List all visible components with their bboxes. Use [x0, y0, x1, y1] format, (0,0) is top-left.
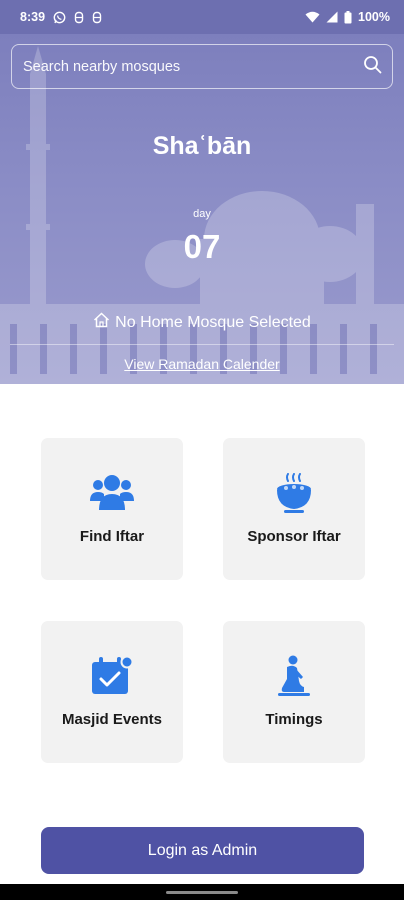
day-label: day [193, 208, 211, 220]
status-time: 8:39 [20, 10, 46, 24]
home-mosque-status[interactable]: No Home Mosque Selected [0, 312, 404, 333]
find-iftar-tile[interactable]: Find Iftar [41, 438, 183, 580]
timings-tile[interactable]: Timings [223, 621, 365, 763]
divider [10, 344, 394, 345]
login-as-admin-button[interactable]: Login as Admin [41, 827, 364, 874]
prayer-icon [278, 655, 310, 697]
users-icon [90, 472, 134, 514]
search-icon[interactable] [363, 55, 382, 79]
hijri-month-title: Shaʿbān [152, 132, 252, 160]
day-number: 07 [183, 228, 221, 265]
home-gesture-handle[interactable] [166, 891, 238, 894]
calendar-check-icon [91, 655, 133, 697]
battery-icon [344, 10, 352, 24]
wifi-icon [305, 11, 320, 23]
home-mosque-label: No Home Mosque Selected [115, 313, 311, 331]
signal-icon [326, 11, 338, 23]
notification-icon [92, 11, 102, 24]
home-icon [93, 312, 110, 333]
tile-label: Masjid Events [61, 711, 163, 728]
hero-banner: Shaʿbān day 07 No Home Mosque Selected V… [0, 34, 404, 384]
status-bar: 8:39 100% [0, 0, 404, 34]
view-ramadan-calendar-link[interactable]: View Ramadan Calender [0, 356, 404, 372]
system-navigation-bar [0, 884, 404, 900]
notification-icon [74, 11, 84, 24]
food-bowl-icon [274, 472, 314, 514]
masjid-events-tile[interactable]: Masjid Events [41, 621, 183, 763]
whatsapp-icon [53, 11, 66, 24]
tile-label: Find Iftar [79, 528, 145, 545]
battery-percent: 100% [358, 10, 390, 24]
search-input[interactable] [23, 58, 363, 75]
sponsor-iftar-tile[interactable]: Sponsor Iftar [223, 438, 365, 580]
tile-label: Sponsor Iftar [247, 528, 341, 545]
search-bar[interactable] [11, 44, 393, 89]
tile-label: Timings [265, 711, 323, 728]
